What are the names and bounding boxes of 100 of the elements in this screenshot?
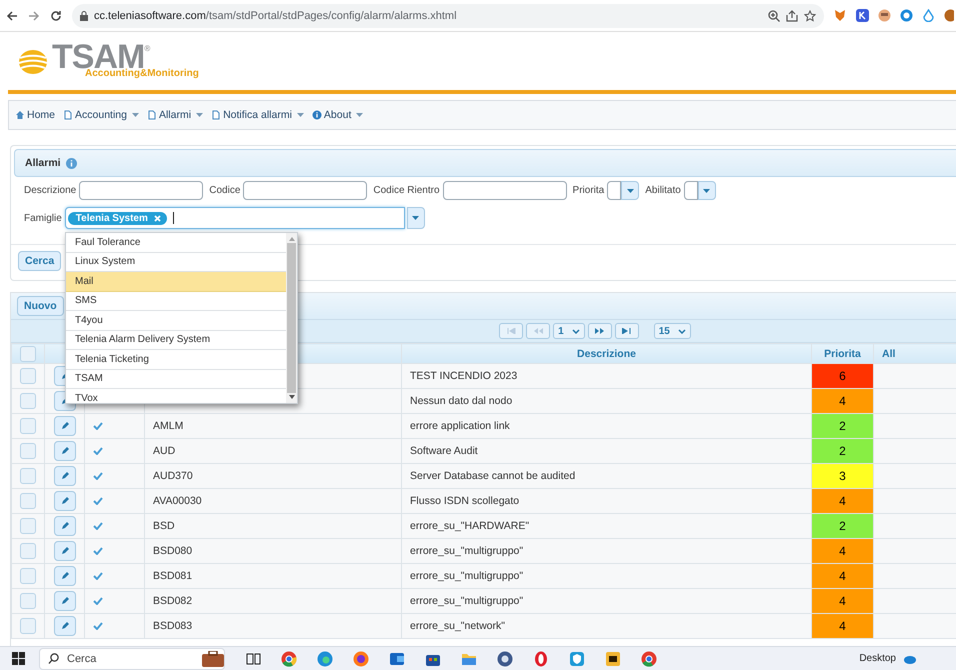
- forward-icon[interactable]: [28, 10, 40, 22]
- remove-icon[interactable]: [154, 214, 161, 222]
- pencil-icon: [60, 422, 68, 430]
- caret-icon: [626, 188, 634, 192]
- extension-icon[interactable]: [900, 9, 913, 22]
- pencil-icon: [60, 447, 68, 455]
- fox-icon[interactable]: [834, 9, 847, 22]
- field-label: Priorita: [572, 185, 604, 196]
- shield-icon[interactable]: [569, 650, 585, 666]
- priority-cell: 4: [812, 564, 874, 588]
- row-checkbox[interactable]: [20, 568, 36, 584]
- rows-per-page-select[interactable]: 15: [654, 323, 691, 339]
- edit-button[interactable]: [54, 416, 76, 436]
- new-button[interactable]: Nuovo: [17, 296, 64, 316]
- dropdown-option[interactable]: TSAM: [66, 370, 286, 389]
- priority-cell: 2: [812, 438, 874, 464]
- edit-button[interactable]: [54, 466, 76, 486]
- next-page-icon: [595, 328, 604, 334]
- scrollbar-thumb[interactable]: [287, 243, 296, 393]
- search-button[interactable]: Cerca: [18, 251, 62, 271]
- dropdown-option[interactable]: Telenia Alarm Delivery System: [66, 330, 286, 350]
- extension-icon[interactable]: [944, 9, 954, 22]
- row-checkbox[interactable]: [20, 593, 36, 609]
- select-field[interactable]: [607, 181, 640, 200]
- text-field[interactable]: [442, 181, 567, 200]
- dropdown-option[interactable]: Telenia Ticketing: [66, 350, 286, 370]
- share-icon[interactable]: [786, 10, 798, 22]
- dropdown-option[interactable]: SMS: [66, 292, 286, 311]
- edit-button[interactable]: [54, 541, 76, 561]
- dropdown-option[interactable]: Faul Tolerance: [66, 233, 286, 252]
- back-icon[interactable]: [6, 10, 18, 22]
- taskbar-search-field[interactable]: Cerca: [39, 648, 225, 670]
- dropdown-option[interactable]: T4you: [66, 311, 286, 330]
- column-header: Priorita: [812, 344, 874, 364]
- edit-button[interactable]: [54, 616, 76, 636]
- panel-title: Allarmi: [25, 157, 61, 169]
- app-icon[interactable]: [605, 650, 621, 666]
- row-checkbox[interactable]: [20, 518, 36, 534]
- row-checkbox[interactable]: [20, 618, 36, 634]
- edit-button[interactable]: [54, 591, 76, 611]
- task-view-icon[interactable]: [245, 650, 261, 666]
- star-icon[interactable]: [804, 10, 816, 22]
- page-select[interactable]: 1: [553, 323, 585, 339]
- row-checkbox[interactable]: [20, 493, 36, 509]
- table-cell: errore application link: [402, 414, 812, 438]
- text-field[interactable]: [79, 181, 204, 200]
- edit-button[interactable]: [54, 441, 76, 461]
- row-checkbox[interactable]: [20, 393, 36, 409]
- url-text[interactable]: cc.teleniasoftware.com/tsam/stdPortal/stdPages/config/alarm/alarms.xhtml: [94, 10, 762, 22]
- menu-item[interactable]: About: [312, 109, 364, 121]
- pencil-icon: [60, 572, 68, 580]
- edit-button[interactable]: [54, 491, 76, 511]
- field-label: Abilitato: [645, 185, 681, 196]
- row-checkbox[interactable]: [20, 543, 36, 559]
- briefcase-icon: [202, 650, 224, 666]
- table-cell: errore_su_"network": [402, 614, 812, 638]
- info-icon: [66, 158, 77, 168]
- page-icon: [211, 110, 222, 120]
- lock-icon: [80, 10, 88, 20]
- table-cell: AUD370: [144, 464, 402, 488]
- priority-cell: 2: [812, 514, 874, 538]
- next-page-button[interactable]: [588, 323, 612, 339]
- dropdown-button[interactable]: [406, 207, 425, 229]
- reload-icon[interactable]: [50, 10, 62, 22]
- priority-cell: 4: [812, 488, 874, 514]
- menu-item[interactable]: Accounting: [63, 109, 139, 121]
- scroll-up-icon[interactable]: [288, 237, 294, 241]
- home-icon: [15, 110, 25, 120]
- desktop-label[interactable]: Desktop: [859, 653, 896, 664]
- priority-cell: 4: [812, 614, 874, 638]
- field-label: Famiglie: [24, 212, 62, 224]
- menu-item[interactable]: Home: [15, 109, 56, 121]
- priority-cell: 3: [812, 464, 874, 488]
- row-checkbox[interactable]: [20, 443, 36, 459]
- menu-item[interactable]: Allarmi: [146, 109, 204, 121]
- column-header: All: [874, 344, 956, 364]
- priority-cell: 4: [812, 388, 874, 414]
- extension-icon[interactable]: [856, 9, 869, 22]
- edit-button[interactable]: [54, 566, 76, 586]
- field-label: Codice Rientro: [373, 185, 440, 196]
- windows-icon[interactable]: [12, 652, 25, 665]
- priority-cell: 4: [812, 588, 874, 614]
- zoom-icon[interactable]: [768, 10, 780, 22]
- caret-icon: [572, 328, 580, 334]
- row-checkbox[interactable]: [20, 368, 36, 384]
- select-field[interactable]: [684, 181, 716, 200]
- dropdown-option[interactable]: Mail: [66, 272, 286, 292]
- last-page-button[interactable]: [614, 323, 639, 339]
- menu-item[interactable]: Notifica allarmi: [211, 109, 304, 121]
- last-page-icon: [622, 328, 632, 334]
- select-all-checkbox[interactable]: [20, 346, 36, 362]
- address-bar[interactable]: cc.teleniasoftware.com/tsam/stdPortal/stdPages/config/alarm/alarms.xhtml: [72, 4, 824, 28]
- scroll-down-icon[interactable]: [288, 395, 294, 399]
- row-checkbox[interactable]: [20, 468, 36, 484]
- search-icon: [48, 653, 59, 664]
- table-cell: BSD: [144, 514, 402, 538]
- row-checkbox[interactable]: [20, 418, 36, 434]
- drop-icon[interactable]: [922, 9, 935, 22]
- text-field[interactable]: [243, 181, 368, 200]
- edit-button[interactable]: [54, 516, 76, 536]
